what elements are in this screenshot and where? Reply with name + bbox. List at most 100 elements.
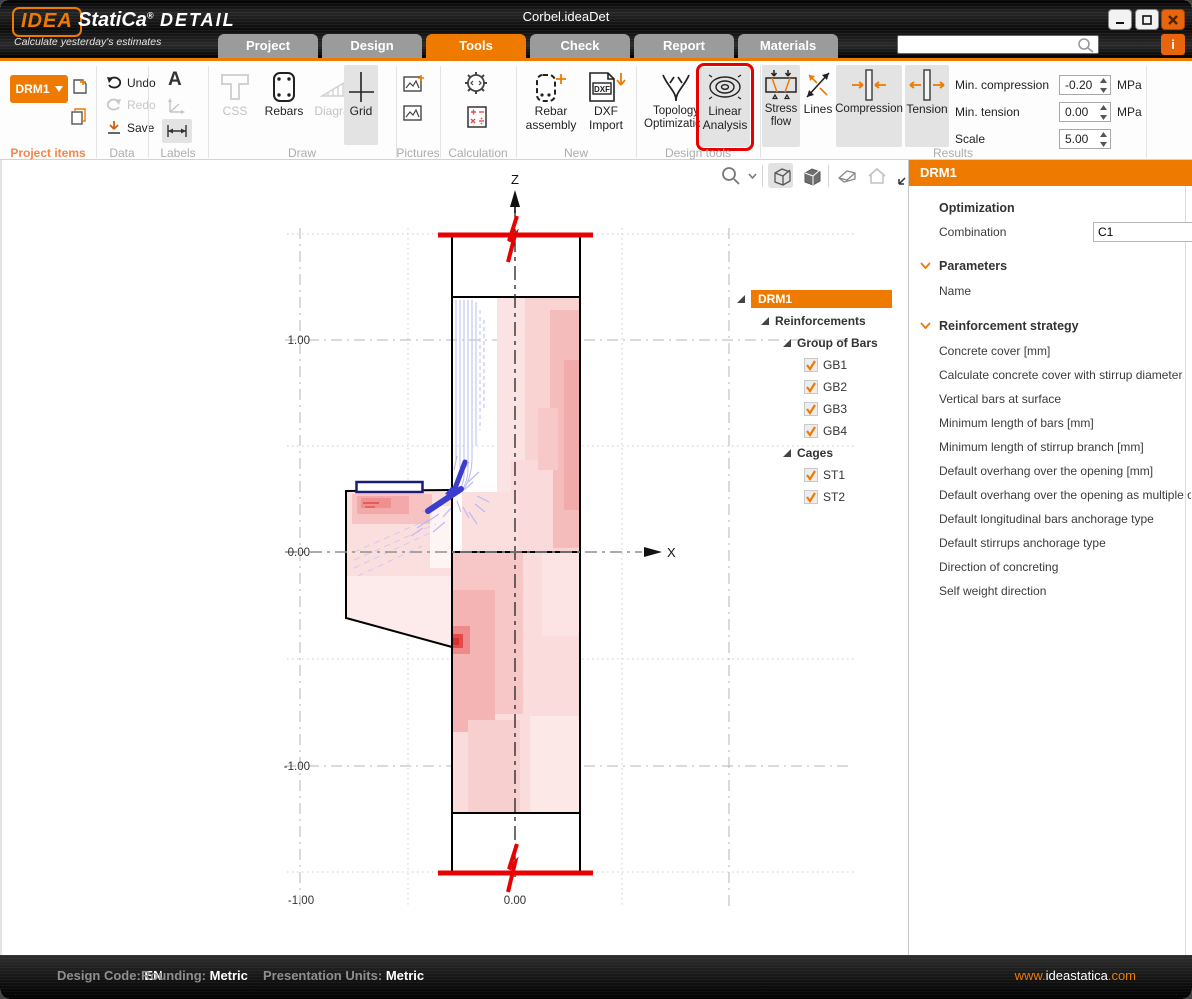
svg-text:DXF: DXF — [594, 85, 610, 94]
section-label-new: New — [516, 146, 636, 160]
tree-item-group-of-bars[interactable]: Group of Bars — [736, 332, 892, 354]
dxf-import-button[interactable]: DXF DXF Import — [582, 69, 630, 133]
rebars-icon — [271, 71, 297, 103]
strategy-item: Default overhang over the opening [mm] — [939, 464, 1191, 478]
tree-item-reinforcements[interactable]: Reinforcements — [736, 310, 892, 332]
rounding-setting[interactable]: Rounding: Metric — [141, 968, 248, 983]
grid-button[interactable]: Grid — [344, 65, 378, 145]
expander-icon[interactable] — [782, 338, 792, 348]
tab-project[interactable]: Project — [218, 34, 318, 58]
tab-report[interactable]: Report — [634, 34, 734, 58]
min-compression-input[interactable]: -0.20 — [1059, 75, 1111, 95]
tab-design[interactable]: Design — [322, 34, 422, 58]
tree-item-gb3[interactable]: GB3 — [736, 398, 892, 420]
info-button[interactable]: i — [1161, 34, 1185, 55]
idea-logo: IDEA — [12, 7, 82, 37]
minimize-button[interactable] — [1108, 9, 1132, 30]
expander-icon[interactable] — [782, 448, 792, 458]
home-view-button[interactable] — [864, 163, 889, 188]
collapse-chevron-icon[interactable] — [920, 322, 931, 329]
rebar-assembly-icon — [534, 71, 568, 103]
tree-item-st1[interactable]: ST1 — [736, 464, 892, 486]
tree-item-gb2[interactable]: GB2 — [736, 376, 892, 398]
min-tension-input[interactable]: 0.00 — [1059, 102, 1111, 122]
strategy-item: Minimum length of bars [mm] — [939, 416, 1191, 430]
tree-item-cages[interactable]: Cages — [736, 442, 892, 464]
drawing-canvas[interactable]: Z X 1.00 0.00 -1.00 -1.00 0.00 — [0, 160, 908, 955]
stress-flow-icon — [763, 69, 799, 101]
spinner-arrows-icon[interactable] — [1099, 104, 1108, 121]
strategy-item: Default stirrups anchorage type — [939, 536, 1191, 550]
strategy-item: Default longitudinal bars anchorage type — [939, 512, 1191, 526]
tree-item-gb4[interactable]: GB4 — [736, 420, 892, 442]
zoom-dropdown-icon[interactable] — [748, 173, 757, 179]
grid-icon — [347, 70, 375, 104]
checkbox-checked[interactable] — [804, 380, 818, 394]
parameters-header[interactable]: Parameters — [939, 259, 1191, 273]
strategy-item: Calculate concrete cover with stirrup di… — [939, 368, 1191, 382]
project-item-selector[interactable]: DRM1 — [10, 75, 68, 103]
text-label-icon[interactable]: A — [168, 69, 182, 91]
presentation-units-setting[interactable]: Presentation Units: Metric — [263, 968, 424, 983]
z-axis-label: Z — [511, 172, 519, 187]
dimension-label-button[interactable] — [162, 119, 192, 143]
rebar-assembly-button[interactable]: Rebar assembly — [522, 69, 580, 133]
solid-view-button[interactable] — [798, 163, 823, 188]
bearing-plate — [357, 482, 423, 492]
website-link[interactable]: www.ideastatica.com — [1015, 968, 1136, 983]
linear-analysis-button[interactable]: Linear Analysis — [700, 67, 750, 147]
calculation-settings-icon[interactable] — [462, 69, 490, 97]
stress-plot: Z X 1.00 0.00 -1.00 -1.00 0.00 — [2, 160, 908, 955]
checkbox-checked[interactable] — [804, 358, 818, 372]
checkbox-checked[interactable] — [804, 424, 818, 438]
collapse-chevron-icon[interactable] — [920, 262, 931, 269]
rebars-button[interactable]: Rebars — [260, 69, 308, 119]
solid-cube-icon — [800, 166, 822, 186]
add-project-item-icon[interactable] — [71, 77, 89, 95]
ribbon-separator — [760, 66, 761, 158]
expander-icon[interactable] — [736, 294, 746, 304]
reinforcement-strategy-header[interactable]: Reinforcement strategy — [939, 319, 1191, 333]
section-label-design-tools: Design tools — [636, 146, 760, 160]
chevron-down-icon — [55, 86, 63, 92]
expander-icon[interactable] — [760, 316, 770, 326]
tension-button[interactable]: Tension — [905, 65, 949, 147]
statica-logo: StatiCa® — [78, 9, 154, 32]
section-label-results: Results — [760, 146, 1146, 160]
lines-icon — [803, 69, 833, 101]
picture-icon[interactable] — [402, 103, 426, 123]
checkbox-checked[interactable] — [804, 490, 818, 504]
lines-button[interactable]: Lines — [801, 65, 835, 117]
checkbox-checked[interactable] — [804, 468, 818, 482]
combination-input[interactable] — [1093, 222, 1192, 242]
min-compression-unit: MPa — [1117, 78, 1142, 92]
dimension-icon — [165, 124, 189, 138]
calculator-icon[interactable] — [466, 105, 488, 129]
tree-item-st2[interactable]: ST2 — [736, 486, 892, 508]
ribbon-separator — [396, 66, 397, 158]
zoom-tool-button[interactable] — [718, 163, 743, 188]
check-icon — [805, 425, 817, 437]
clip-view-button[interactable] — [834, 163, 859, 188]
spinner-arrows-icon[interactable] — [1099, 77, 1108, 94]
home-icon — [867, 166, 887, 185]
close-button[interactable] — [1161, 9, 1185, 30]
tree-item-drm1[interactable]: DRM1 — [736, 288, 892, 310]
dxf-import-icon: DXF — [586, 71, 626, 103]
duplicate-item-icon[interactable] — [69, 107, 87, 125]
maximize-button[interactable] — [1135, 9, 1159, 30]
toolbar-divider — [828, 165, 829, 187]
check-icon — [805, 491, 817, 503]
checkbox-checked[interactable] — [804, 402, 818, 416]
search-input[interactable] — [898, 38, 1077, 52]
check-icon — [805, 469, 817, 481]
tree-item-gb1[interactable]: GB1 — [736, 354, 892, 376]
compression-button[interactable]: Compression — [836, 65, 902, 147]
stress-flow-button[interactable]: Stress flow — [762, 65, 800, 147]
section-label-pictures: Pictures — [396, 146, 440, 160]
tab-materials[interactable]: Materials — [738, 34, 838, 58]
tab-check[interactable]: Check — [530, 34, 630, 58]
add-picture-icon[interactable] — [402, 73, 426, 93]
tab-tools[interactable]: Tools — [426, 34, 526, 58]
wireframe-view-button[interactable] — [768, 163, 793, 188]
